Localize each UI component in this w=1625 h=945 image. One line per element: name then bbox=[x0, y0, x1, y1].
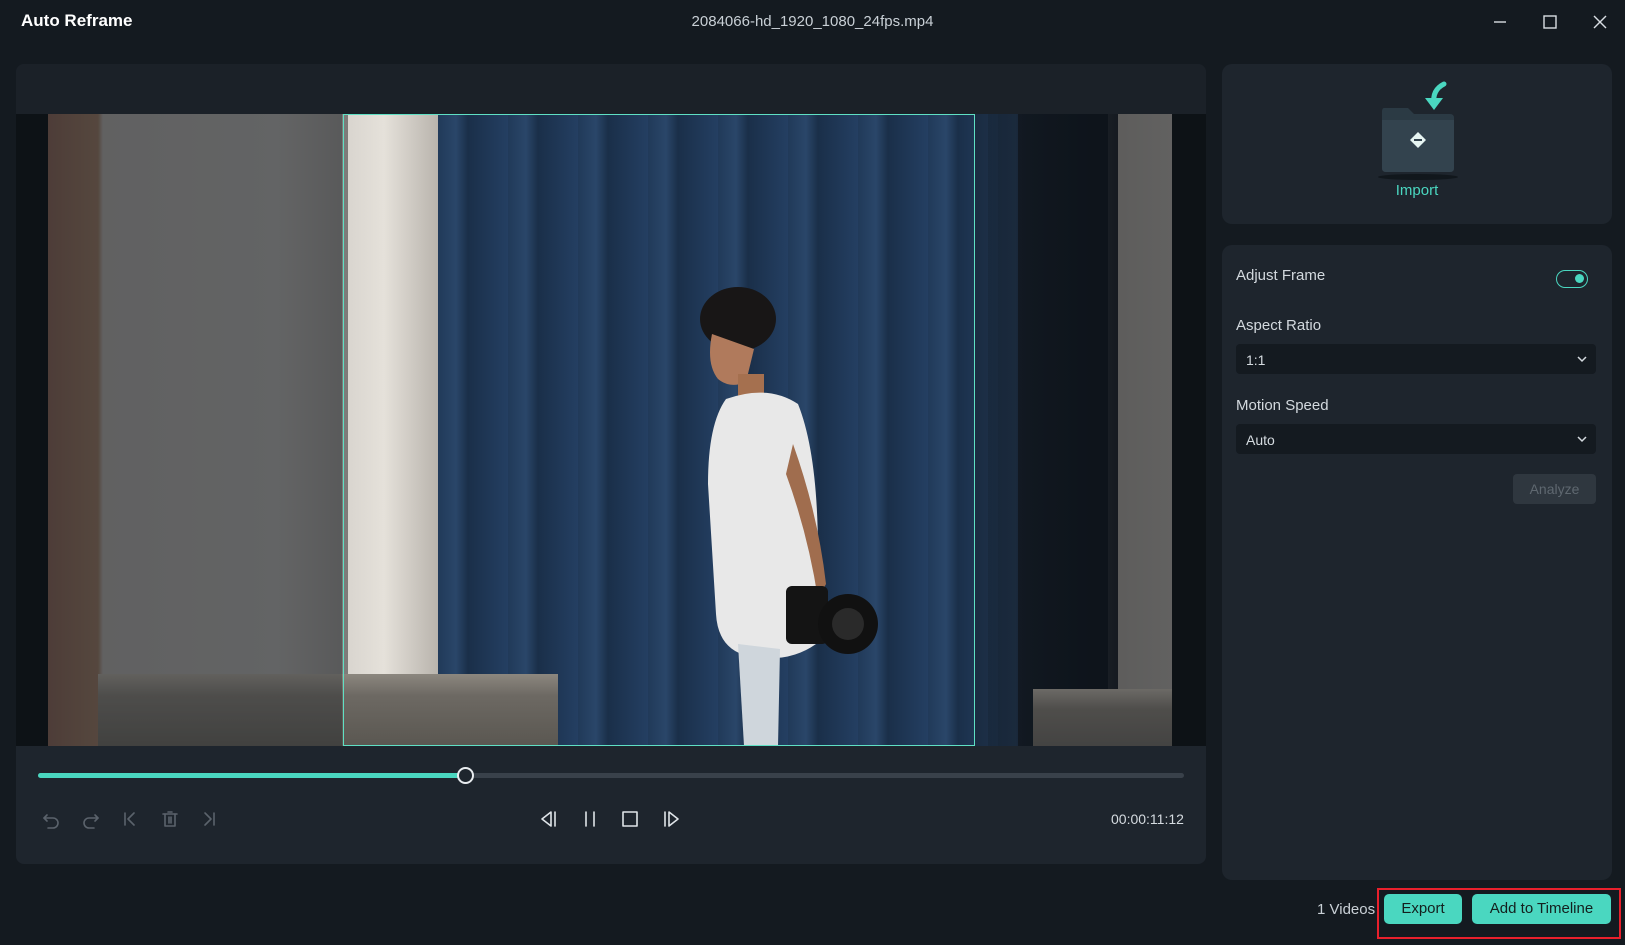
toggle-knob bbox=[1575, 274, 1584, 283]
aspect-ratio-label: Aspect Ratio bbox=[1236, 317, 1322, 334]
crop-outside-right bbox=[974, 114, 1172, 746]
motion-speed-select[interactable]: Auto bbox=[1236, 424, 1596, 454]
previous-frame-icon[interactable] bbox=[534, 804, 564, 834]
aspect-ratio-select[interactable]: 1:1 bbox=[1236, 344, 1596, 374]
chevron-down-icon bbox=[1577, 436, 1587, 443]
delete-icon[interactable] bbox=[155, 804, 185, 834]
import-folder-icon bbox=[1378, 81, 1458, 180]
seek-handle[interactable] bbox=[457, 767, 475, 784]
crop-outside-left bbox=[48, 114, 342, 746]
aspect-ratio-value: 1:1 bbox=[1246, 352, 1266, 368]
reframe-crop-box[interactable] bbox=[343, 114, 975, 746]
import-label[interactable]: Import bbox=[1222, 182, 1612, 199]
analyze-button[interactable]: Analyze bbox=[1513, 474, 1596, 504]
maximize-icon[interactable] bbox=[1533, 8, 1567, 36]
export-button[interactable]: Export bbox=[1384, 894, 1462, 924]
close-icon[interactable] bbox=[1583, 8, 1617, 36]
seek-progress bbox=[38, 773, 466, 778]
skip-to-start-icon[interactable] bbox=[115, 804, 145, 834]
timecode: 00:00:11:12 bbox=[1111, 811, 1184, 827]
adjust-frame-label: Adjust Frame bbox=[1236, 267, 1326, 284]
preview-panel: 00:00:11:12 bbox=[16, 64, 1206, 864]
seek-bar[interactable] bbox=[38, 767, 1184, 784]
video-preview[interactable] bbox=[16, 114, 1206, 746]
chevron-down-icon bbox=[1577, 356, 1587, 363]
adjust-frame-toggle[interactable] bbox=[1556, 270, 1588, 288]
videos-count: 1 Videos bbox=[1317, 901, 1376, 918]
undo-icon[interactable] bbox=[36, 804, 66, 834]
redo-icon[interactable] bbox=[76, 804, 106, 834]
file-name: 2084066-hd_1920_1080_24fps.mp4 bbox=[691, 13, 934, 30]
pause-icon[interactable] bbox=[575, 804, 605, 834]
minimize-icon[interactable] bbox=[1483, 8, 1517, 36]
skip-to-end-icon[interactable] bbox=[194, 804, 224, 834]
stop-icon[interactable] bbox=[615, 804, 645, 834]
title-bar: Auto Reframe 2084066-hd_1920_1080_24fps.… bbox=[0, 0, 1625, 44]
preview-header bbox=[16, 64, 1206, 114]
add-to-timeline-button[interactable]: Add to Timeline bbox=[1472, 894, 1611, 924]
motion-speed-label: Motion Speed bbox=[1236, 397, 1329, 414]
next-frame-icon[interactable] bbox=[656, 804, 686, 834]
motion-speed-value: Auto bbox=[1246, 432, 1275, 448]
settings-panel: Adjust Frame Aspect Ratio 1:1 Motion Spe… bbox=[1222, 245, 1612, 880]
import-panel[interactable]: Import bbox=[1222, 64, 1612, 224]
